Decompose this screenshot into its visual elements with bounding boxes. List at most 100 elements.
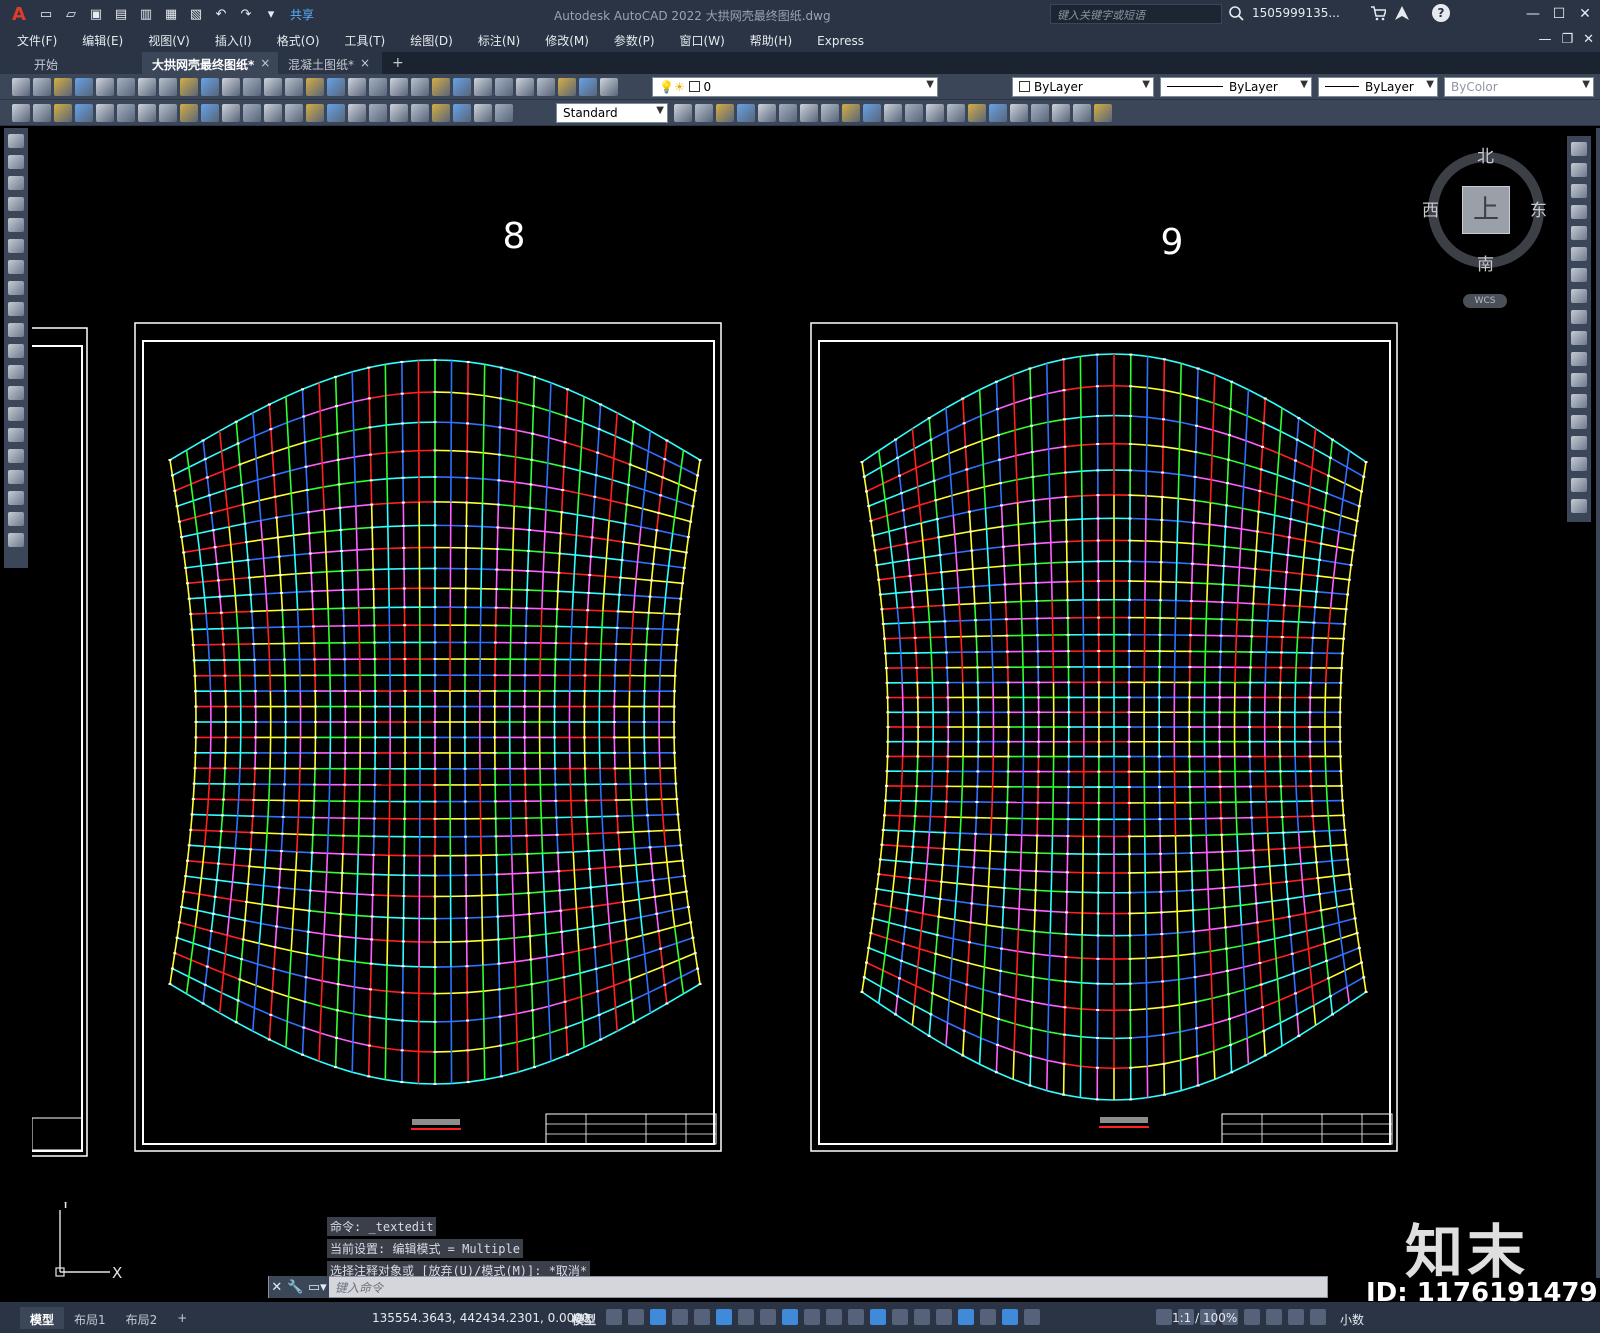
standard-tool-icon[interactable] [390, 78, 408, 96]
dimension-tool-icon[interactable] [159, 104, 177, 122]
standard-tool-icon[interactable] [159, 78, 177, 96]
modify-tool-icon[interactable] [1571, 142, 1587, 156]
doc-minimize-icon[interactable]: — [1538, 32, 1551, 47]
text-style-dropdown[interactable]: Standard ▼ [556, 103, 668, 123]
draw-tool-icon[interactable] [8, 533, 24, 547]
standard-tool-icon[interactable] [516, 78, 534, 96]
modify-tool-icon[interactable] [1571, 310, 1587, 324]
standard-tool-icon[interactable] [117, 78, 135, 96]
dimension-tool-icon[interactable] [306, 104, 324, 122]
draw-tool-icon[interactable] [8, 239, 24, 253]
tab-active-drawing[interactable]: 大拱网壳最终图纸* × [142, 52, 278, 74]
dimension-tool-icon[interactable] [117, 104, 135, 122]
view-tool-icon[interactable] [1073, 104, 1091, 122]
autodesk-app-icon[interactable] [1394, 5, 1410, 21]
dimension-tool-icon[interactable] [222, 104, 240, 122]
dimension-tool-icon[interactable] [180, 104, 198, 122]
standard-tool-icon[interactable] [474, 78, 492, 96]
draw-tool-icon[interactable] [8, 365, 24, 379]
view-tool-icon[interactable] [884, 104, 902, 122]
draw-tool-icon[interactable] [8, 323, 24, 337]
standard-tool-icon[interactable] [306, 78, 324, 96]
draw-tool-icon[interactable] [8, 281, 24, 295]
draw-tool-icon[interactable] [8, 176, 24, 190]
view-tool-icon[interactable] [695, 104, 713, 122]
menu-tools[interactable]: 工具(T) [345, 32, 386, 49]
modify-tool-icon[interactable] [1571, 247, 1587, 261]
undo-icon[interactable]: ↶ [210, 4, 232, 26]
quick-access-dropdown-icon[interactable]: ▾ [260, 4, 282, 26]
dimension-tool-icon[interactable] [348, 104, 366, 122]
standard-tool-icon[interactable] [54, 78, 72, 96]
view-tool-icon[interactable] [1010, 104, 1028, 122]
modify-tool-icon[interactable] [1571, 457, 1587, 471]
draw-tool-icon[interactable] [8, 155, 24, 169]
menu-modify[interactable]: 修改(M) [545, 32, 589, 49]
open-file-icon[interactable]: ▱ [60, 4, 82, 26]
tab-start[interactable]: 开始 [0, 52, 142, 74]
tab-close-icon[interactable]: × [360, 56, 370, 74]
dimension-tool-icon[interactable] [327, 104, 345, 122]
dimension-tool-icon[interactable] [453, 104, 471, 122]
draw-tool-icon[interactable] [8, 134, 24, 148]
menu-parametric[interactable]: 参数(P) [614, 32, 655, 49]
modify-tool-icon[interactable] [1571, 289, 1587, 303]
dimension-tool-icon[interactable] [474, 104, 492, 122]
lineweight-dropdown[interactable]: ByLayer ▼ [1318, 77, 1438, 97]
plotstyle-dropdown[interactable]: ByColor ▼ [1444, 77, 1594, 97]
new-file-icon[interactable]: ▭ [35, 4, 57, 26]
draw-tool-icon[interactable] [8, 407, 24, 421]
modify-tool-icon[interactable] [1571, 352, 1587, 366]
dimension-tool-icon[interactable] [96, 104, 114, 122]
standard-tool-icon[interactable] [222, 78, 240, 96]
standard-tool-icon[interactable] [453, 78, 471, 96]
standard-tool-icon[interactable] [285, 78, 303, 96]
standard-tool-icon[interactable] [558, 78, 576, 96]
modify-tool-icon[interactable] [1571, 268, 1587, 282]
dimension-tool-icon[interactable] [285, 104, 303, 122]
menu-window[interactable]: 窗口(W) [680, 32, 725, 49]
dimension-tool-icon[interactable] [495, 104, 513, 122]
view-tool-icon[interactable] [800, 104, 818, 122]
view-tool-icon[interactable] [842, 104, 860, 122]
modify-tool-icon[interactable] [1571, 436, 1587, 450]
standard-tool-icon[interactable] [537, 78, 555, 96]
layer-dropdown[interactable]: 💡☀ 0 ▼ [652, 77, 938, 97]
dimension-tool-icon[interactable] [411, 104, 429, 122]
dimension-tool-icon[interactable] [432, 104, 450, 122]
menu-express[interactable]: Express [817, 34, 864, 48]
view-tool-icon[interactable] [674, 104, 692, 122]
standard-tool-icon[interactable] [432, 78, 450, 96]
view-tool-icon[interactable] [1031, 104, 1049, 122]
view-tool-icon[interactable] [968, 104, 986, 122]
share-button[interactable]: 共享 [290, 6, 314, 23]
help-icon[interactable]: ? [1432, 4, 1450, 22]
dimension-tool-icon[interactable] [369, 104, 387, 122]
linetype-dropdown[interactable]: ByLayer ▼ [1160, 77, 1312, 97]
user-account[interactable]: 1505999135... [1252, 6, 1340, 20]
menu-insert[interactable]: 插入(I) [215, 32, 252, 49]
modify-tool-icon[interactable] [1571, 205, 1587, 219]
menu-help[interactable]: 帮助(H) [750, 32, 792, 49]
modify-tool-icon[interactable] [1571, 373, 1587, 387]
view-tool-icon[interactable] [821, 104, 839, 122]
modify-tool-icon[interactable] [1571, 499, 1587, 513]
dimension-tool-icon[interactable] [264, 104, 282, 122]
web-save-icon[interactable]: ▦ [160, 4, 182, 26]
modify-tool-icon[interactable] [1571, 184, 1587, 198]
draw-tool-icon[interactable] [8, 512, 24, 526]
standard-tool-icon[interactable] [243, 78, 261, 96]
standard-tool-icon[interactable] [33, 78, 51, 96]
draw-tool-icon[interactable] [8, 470, 24, 484]
draw-tool-icon[interactable] [8, 344, 24, 358]
view-tool-icon[interactable] [863, 104, 881, 122]
modify-tool-icon[interactable] [1571, 226, 1587, 240]
modify-tool-icon[interactable] [1571, 394, 1587, 408]
draw-tool-icon[interactable] [8, 491, 24, 505]
view-tool-icon[interactable] [758, 104, 776, 122]
view-tool-icon[interactable] [737, 104, 755, 122]
menu-format[interactable]: 格式(O) [277, 32, 320, 49]
view-tool-icon[interactable] [947, 104, 965, 122]
menu-view[interactable]: 视图(V) [148, 32, 190, 49]
standard-tool-icon[interactable] [264, 78, 282, 96]
